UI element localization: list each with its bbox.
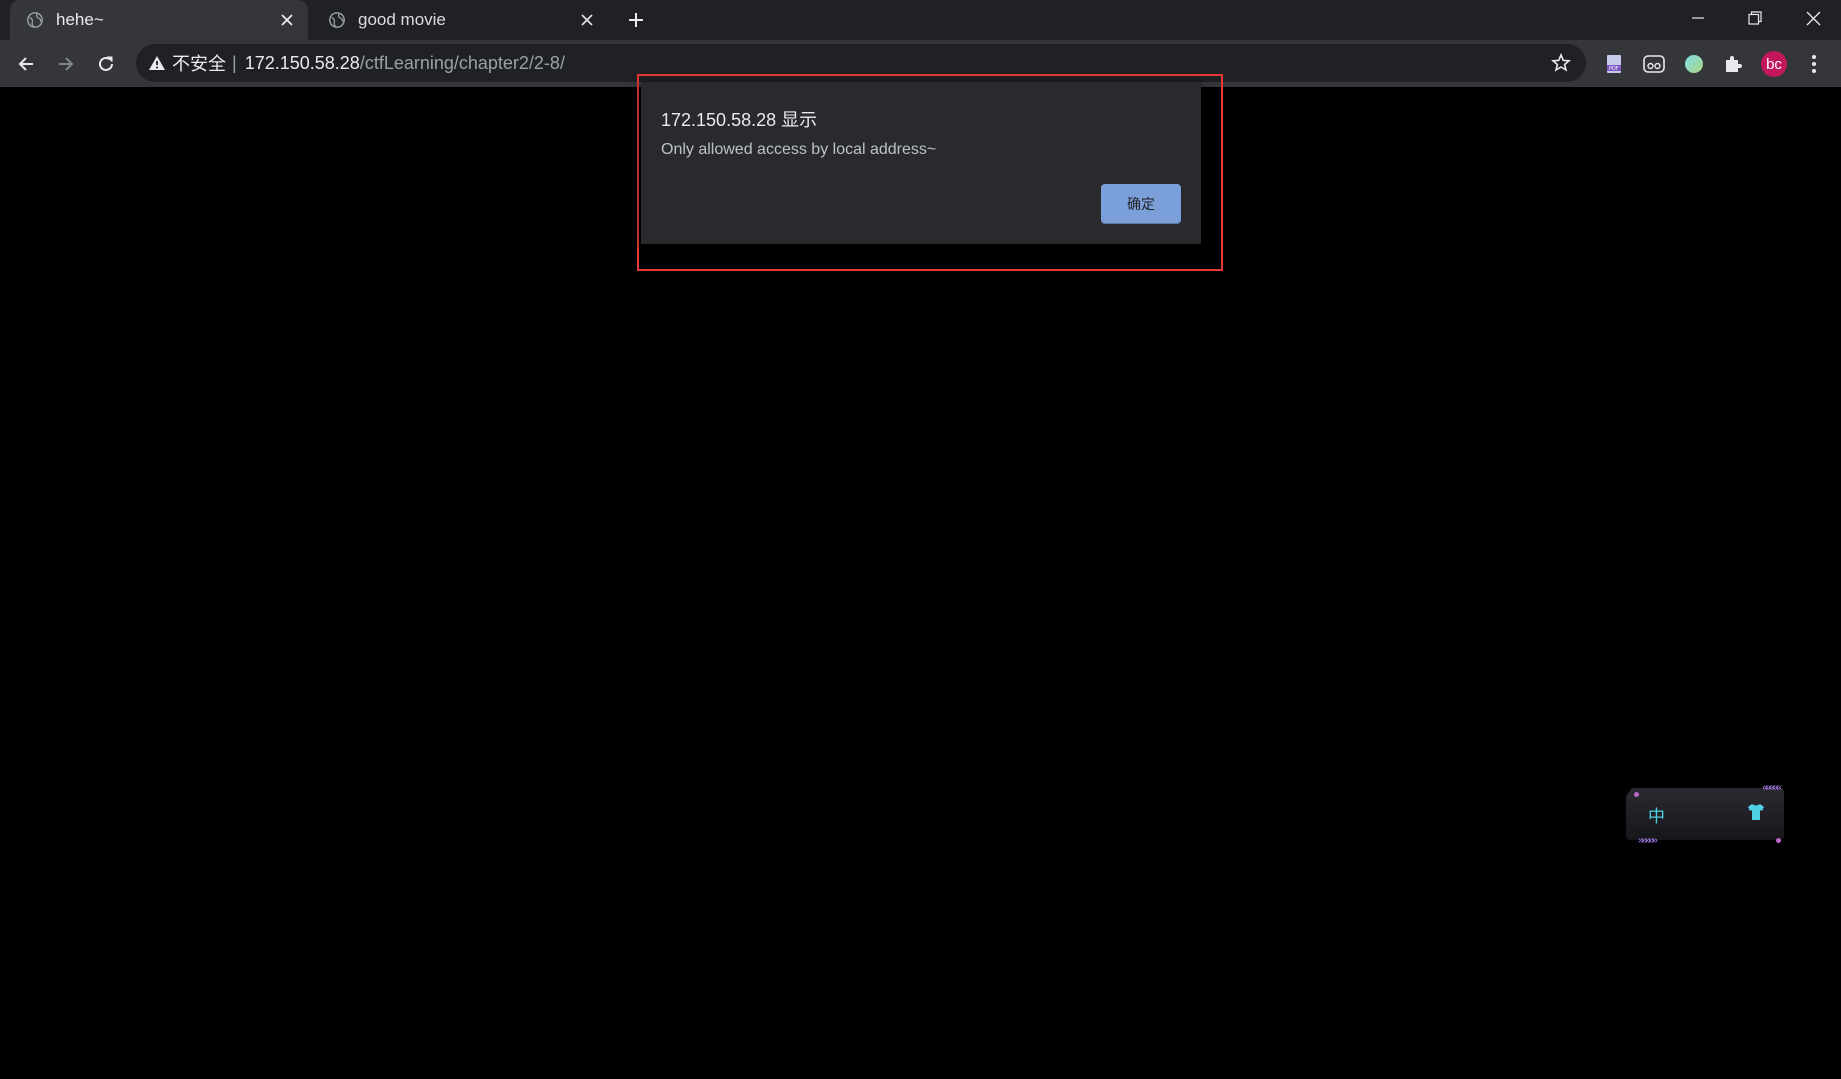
warning-icon (149, 56, 165, 70)
forward-button[interactable] (50, 48, 82, 80)
close-window-button[interactable] (1785, 0, 1841, 36)
widget-dot (1776, 838, 1781, 843)
alert-dialog: 172.150.58.28 显示 Only allowed access by … (641, 82, 1201, 244)
floating-toolbar-widget[interactable]: ««««« 中 »»»»» (1624, 782, 1788, 848)
restore-button[interactable] (1727, 0, 1783, 36)
close-icon[interactable] (274, 7, 300, 33)
more-vertical-icon (1812, 55, 1816, 73)
menu-button[interactable] (1800, 50, 1828, 78)
language-toggle[interactable]: 中 (1648, 802, 1665, 827)
extensions-button[interactable] (1719, 50, 1747, 78)
minimize-icon (1692, 17, 1704, 19)
widget-dot (1634, 792, 1639, 797)
tab-title: hehe~ (56, 10, 104, 29)
address-separator: | (232, 52, 237, 73)
arrow-right-icon (59, 57, 74, 71)
new-tab-button[interactable] (622, 6, 650, 34)
tab-good-movie[interactable]: good movie (312, 0, 608, 40)
tab-title: good movie (358, 10, 446, 29)
dialog-message: Only allowed access by local address~ (661, 141, 937, 158)
svg-text:PDF: PDF (1609, 66, 1619, 72)
pdf-extension-button[interactable]: PDF (1600, 50, 1628, 78)
minimize-button[interactable] (1670, 0, 1726, 36)
pdf-extension-icon: PDF (1607, 55, 1621, 73)
ok-button[interactable]: 确定 (1101, 184, 1181, 224)
circle-extension-button[interactable] (1680, 50, 1708, 78)
plus-icon (629, 13, 643, 27)
dialog-title: 172.150.58.28 显示 (661, 110, 818, 130)
arrow-left-icon (18, 57, 33, 71)
reload-icon (99, 56, 113, 71)
circle-extension-icon (1685, 55, 1703, 73)
reader-extension-button[interactable] (1640, 50, 1668, 78)
close-icon (1806, 11, 1820, 25)
url-host: 172.150.58.28 (244, 52, 360, 73)
restore-icon (1748, 11, 1762, 25)
reload-button[interactable] (90, 48, 122, 80)
globe-icon (329, 12, 345, 28)
widget-arrows-top: ««««« (1762, 782, 1782, 793)
globe-icon (27, 12, 43, 28)
shirt-icon[interactable] (1746, 802, 1766, 822)
puzzle-extensions-icon (1726, 56, 1742, 72)
tab-strip: hehe~ good movie (0, 0, 1841, 40)
back-button[interactable] (10, 48, 42, 80)
star-icon (1551, 53, 1571, 72)
widget-arrows-bottom: »»»»» (1638, 835, 1658, 846)
moon-icon[interactable] (1698, 800, 1720, 822)
tab-hehe[interactable]: hehe~ (10, 0, 308, 40)
profile-avatar[interactable]: bc (1761, 51, 1787, 77)
close-icon[interactable] (574, 7, 600, 33)
url-path: /ctfLearning/chapter2/2-8/ (359, 52, 565, 73)
browser-window: hehe~ good movie 不安全 | 172.150.58.28 /ct… (0, 0, 1841, 1079)
bookmark-star-button[interactable] (1548, 50, 1574, 76)
security-label[interactable]: 不安全 (172, 50, 226, 76)
reader-extension-icon (1643, 55, 1665, 73)
